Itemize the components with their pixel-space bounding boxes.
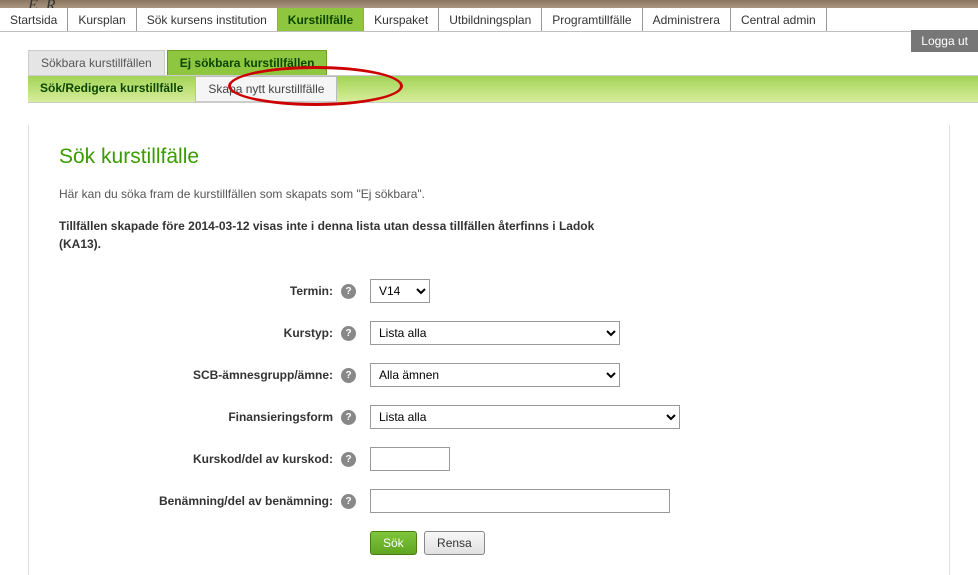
tab-skapa-nytt[interactable]: Skapa nytt kurstillfälle [195,76,337,102]
label-scb: SCB-ämnesgrupp/ämne: [59,368,339,382]
select-finans[interactable]: Lista alla [370,405,680,429]
nav-kursplan[interactable]: Kursplan [68,8,136,31]
label-finans: Finansieringsform [59,410,339,424]
label-benamn: Benämning/del av benämning: [59,494,339,508]
help-icon[interactable]: ? [341,494,356,509]
search-button[interactable]: Sök [370,531,417,555]
page-title: Sök kurstillfälle [59,145,919,169]
nav-administrera[interactable]: Administrera [643,8,731,31]
help-icon[interactable]: ? [341,452,356,467]
nav-kurstillfalle[interactable]: Kurstillfälle [278,8,364,31]
select-termin[interactable]: V14 [370,279,430,303]
help-icon[interactable]: ? [341,410,356,425]
intro-text: Här kan du söka fram de kurstillfällen s… [59,187,919,201]
help-icon[interactable]: ? [341,368,356,383]
label-termin: Termin: [59,284,339,298]
label-kurstyp: Kurstyp: [59,326,339,340]
nav-kurspaket[interactable]: Kurspaket [364,8,439,31]
select-scb[interactable]: Alla ämnen [370,363,620,387]
help-icon[interactable]: ? [341,284,356,299]
nav-programtillfalle[interactable]: Programtillfälle [542,8,642,31]
input-benamn[interactable] [370,489,670,513]
tab-sok-redigera[interactable]: Sök/Redigera kurstillfälle [28,76,195,102]
reset-button[interactable]: Rensa [424,531,485,555]
input-kurskod[interactable] [370,447,450,471]
nav-startsida[interactable]: Startsida [0,8,68,31]
tab-sokbara[interactable]: Sökbara kurstillfällen [28,50,165,75]
content-panel: Sök kurstillfälle Här kan du söka fram d… [28,125,950,575]
logout-button[interactable]: Logga ut [911,30,978,52]
tab-ej-sokbara[interactable]: Ej sökbara kurstillfällen [167,50,328,75]
sub-tabs-level1: Sökbara kurstillfällen Ej sökbara kursti… [28,50,978,76]
nav-central-admin[interactable]: Central admin [731,8,827,31]
select-kurstyp[interactable]: Lista alla [370,321,620,345]
help-icon[interactable]: ? [341,326,356,341]
note-text: Tillfällen skapade före 2014-03-12 visas… [59,217,619,253]
nav-sok-institution[interactable]: Sök kursens institution [137,8,278,31]
sub-tabs-level2: Sök/Redigera kurstillfälle Skapa nytt ku… [28,76,978,103]
top-nav: Startsida Kursplan Sök kursens instituti… [0,8,978,32]
label-kurskod: Kurskod/del av kurskod: [59,452,339,466]
nav-utbildningsplan[interactable]: Utbildningsplan [439,8,542,31]
